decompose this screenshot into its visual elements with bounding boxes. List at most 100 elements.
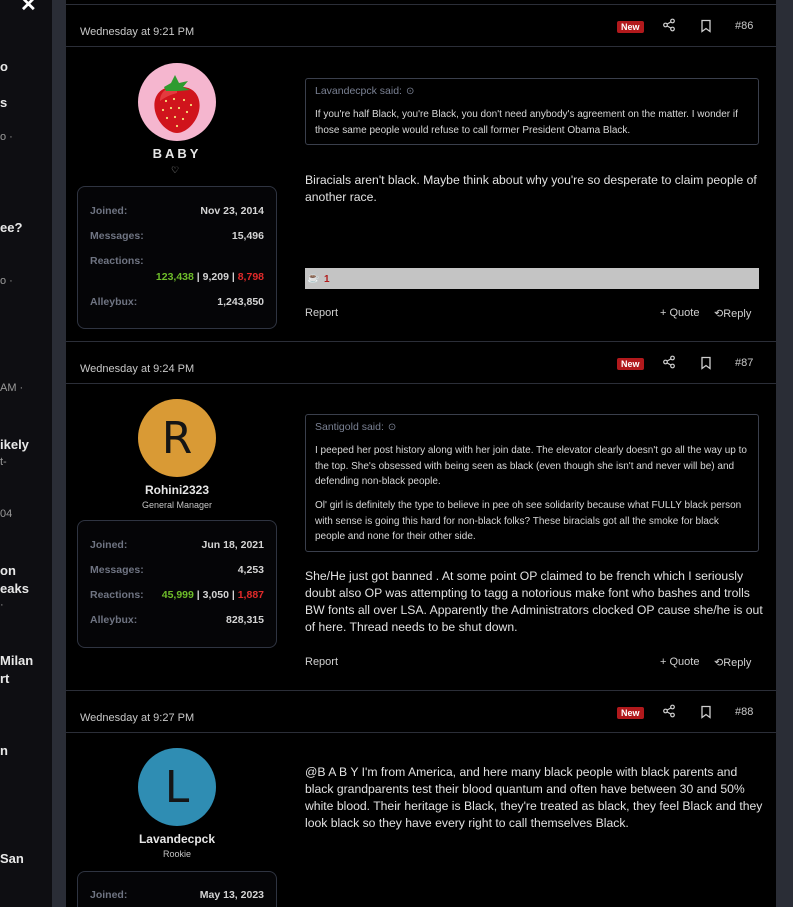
quote-author-label[interactable]: Santigold said:: [315, 421, 384, 433]
post-date[interactable]: Wednesday at 9:24 PM: [80, 363, 194, 375]
stat-label: Reactions:: [90, 255, 144, 267]
reaction-neutral: 3,050: [202, 589, 229, 601]
side-menu-item[interactable]: o: [0, 59, 8, 74]
stat-value: Jun 18, 2021: [201, 539, 264, 551]
stat-label: Reactions:: [90, 589, 144, 601]
arrow-up-icon[interactable]: ⊙: [406, 86, 414, 97]
reply-icon: ⟲: [714, 657, 724, 669]
report-button[interactable]: Report: [305, 307, 338, 319]
side-menu: ✕ o s o · ee? o · AM · ikely t- 04 on ea…: [0, 0, 52, 907]
close-icon[interactable]: ✕: [20, 0, 37, 17]
reaction-positive: 123,438: [155, 271, 194, 283]
stat-value: Nov 23, 2014: [200, 205, 264, 217]
username[interactable]: Lavandecpck: [77, 832, 277, 846]
post: Wednesday at 9:27 PM New #88 L Lavandecp…: [66, 690, 776, 907]
post-permalink[interactable]: #88: [735, 706, 753, 718]
strawberry-avatar-image: [154, 75, 200, 133]
separator: |: [193, 271, 203, 283]
stat-joined: Joined: Nov 23, 2014: [90, 205, 264, 217]
heart-icon: ♡: [171, 165, 180, 175]
side-menu-item[interactable]: rt: [0, 671, 9, 686]
side-menu-item[interactable]: San: [0, 851, 24, 866]
stat-alleybux: Alleybux: 1,243,850: [90, 296, 264, 308]
post-permalink[interactable]: #87: [735, 357, 753, 369]
quote-button[interactable]: + Quote: [660, 656, 699, 668]
avatar[interactable]: R: [138, 399, 216, 477]
scrollbar-track[interactable]: [776, 0, 793, 907]
stat-value[interactable]: 4,253: [238, 564, 264, 576]
quote-author[interactable]: Santigold said: ⊙: [315, 421, 749, 433]
reaction-positive: 45,999: [161, 589, 194, 601]
side-menu-item[interactable]: ee?: [0, 220, 22, 235]
thread-posts: Wednesday at 9:21 PM New #86 BABY ♡ Join…: [66, 0, 776, 907]
side-menu-meta: 04: [0, 508, 13, 520]
stat-reactions: Reactions:: [90, 255, 264, 267]
avatar[interactable]: [138, 63, 216, 141]
stat-messages: Messages: 15,496: [90, 230, 264, 242]
post-body: Biracials aren't black. Maybe think abou…: [305, 173, 757, 204]
post: Wednesday at 9:21 PM New #86 BABY ♡ Join…: [66, 4, 776, 341]
reaction-negative: 8,798: [237, 271, 264, 283]
reactions-bar[interactable]: ☕ 1: [305, 268, 759, 289]
quote-paragraph: If you're half Black, you're Black, you …: [315, 109, 738, 136]
post-permalink[interactable]: #86: [735, 20, 753, 32]
side-menu-item[interactable]: eaks: [0, 581, 29, 596]
post-date[interactable]: Wednesday at 9:21 PM: [80, 26, 194, 38]
share-icon[interactable]: [662, 18, 676, 32]
share-icon[interactable]: [662, 355, 676, 369]
reaction-count[interactable]: 1: [324, 274, 330, 285]
side-menu-meta: ·: [0, 599, 4, 611]
stat-label: Joined:: [90, 889, 128, 901]
avatar[interactable]: L: [138, 748, 216, 826]
separator: |: [193, 589, 203, 601]
reply-label: Reply: [723, 657, 752, 669]
stat-label: Alleybux:: [90, 296, 138, 308]
quote-text: If you're half Black, you're Black, you …: [315, 107, 749, 138]
post-header: Wednesday at 9:21 PM New #86: [66, 5, 776, 47]
quote-paragraph: I peeped her post history along with her…: [315, 445, 747, 487]
user-stats: Joined: Jun 18, 2021 Messages: 4,253 Rea…: [77, 520, 277, 648]
post-body: She/He just got banned . At some point O…: [305, 569, 763, 634]
side-menu-item[interactable]: Milan: [0, 653, 33, 668]
stat-label: Messages:: [90, 564, 144, 576]
reaction-score: 123,438 | 9,209 | 8,798: [156, 271, 264, 283]
side-menu-meta: t-: [0, 456, 7, 468]
reply-button[interactable]: ⟲Reply: [714, 656, 751, 669]
stat-joined: Joined: May 13, 2023: [90, 889, 264, 901]
new-badge: New: [617, 358, 644, 370]
side-menu-item[interactable]: on: [0, 563, 16, 578]
stat-label: Joined:: [90, 205, 128, 217]
share-icon[interactable]: [662, 704, 676, 718]
post-body: @B A B Y I'm from America, and here many…: [305, 765, 763, 830]
bookmark-icon[interactable]: [700, 705, 712, 719]
stat-value: 828,315: [226, 614, 264, 626]
quote-author-label[interactable]: Lavandecpck said:: [315, 85, 402, 97]
side-menu-item[interactable]: s: [0, 95, 7, 110]
quote-author[interactable]: Lavandecpck said: ⊙: [315, 85, 749, 97]
report-button[interactable]: Report: [305, 656, 338, 668]
stat-label: Alleybux:: [90, 614, 138, 626]
post-date[interactable]: Wednesday at 9:27 PM: [80, 712, 194, 724]
bookmark-icon[interactable]: [700, 19, 712, 33]
quote-block: Lavandecpck said: ⊙ If you're half Black,…: [305, 78, 759, 145]
post: Wednesday at 9:24 PM New #87 R Rohini232…: [66, 341, 776, 690]
arrow-up-icon[interactable]: ⊙: [388, 422, 396, 433]
user-title: Rookie: [162, 849, 191, 859]
username[interactable]: Rohini2323: [77, 483, 277, 497]
stat-value: 1,243,850: [217, 296, 264, 308]
username[interactable]: BABY: [77, 146, 277, 161]
side-menu-item[interactable]: n: [0, 743, 8, 758]
stat-value[interactable]: 15,496: [232, 230, 264, 242]
reaction-neutral: 9,209: [202, 271, 229, 283]
quote-block: Santigold said: ⊙ I peeped her post histo…: [305, 414, 759, 552]
stat-joined: Joined: Jun 18, 2021: [90, 539, 264, 551]
left-gutter: [52, 0, 66, 907]
reaction-score: 45,999 | 3,050 | 1,887: [162, 589, 264, 601]
side-menu-item[interactable]: ikely: [0, 437, 29, 452]
reply-button[interactable]: ⟲Reply: [714, 307, 751, 320]
user-stats: Joined: Nov 23, 2014 Messages: 15,496 Re…: [77, 186, 277, 329]
side-menu-meta: AM ·: [0, 382, 24, 394]
post-header: Wednesday at 9:27 PM New #88: [66, 691, 776, 733]
bookmark-icon[interactable]: [700, 356, 712, 370]
quote-button[interactable]: + Quote: [660, 307, 699, 319]
